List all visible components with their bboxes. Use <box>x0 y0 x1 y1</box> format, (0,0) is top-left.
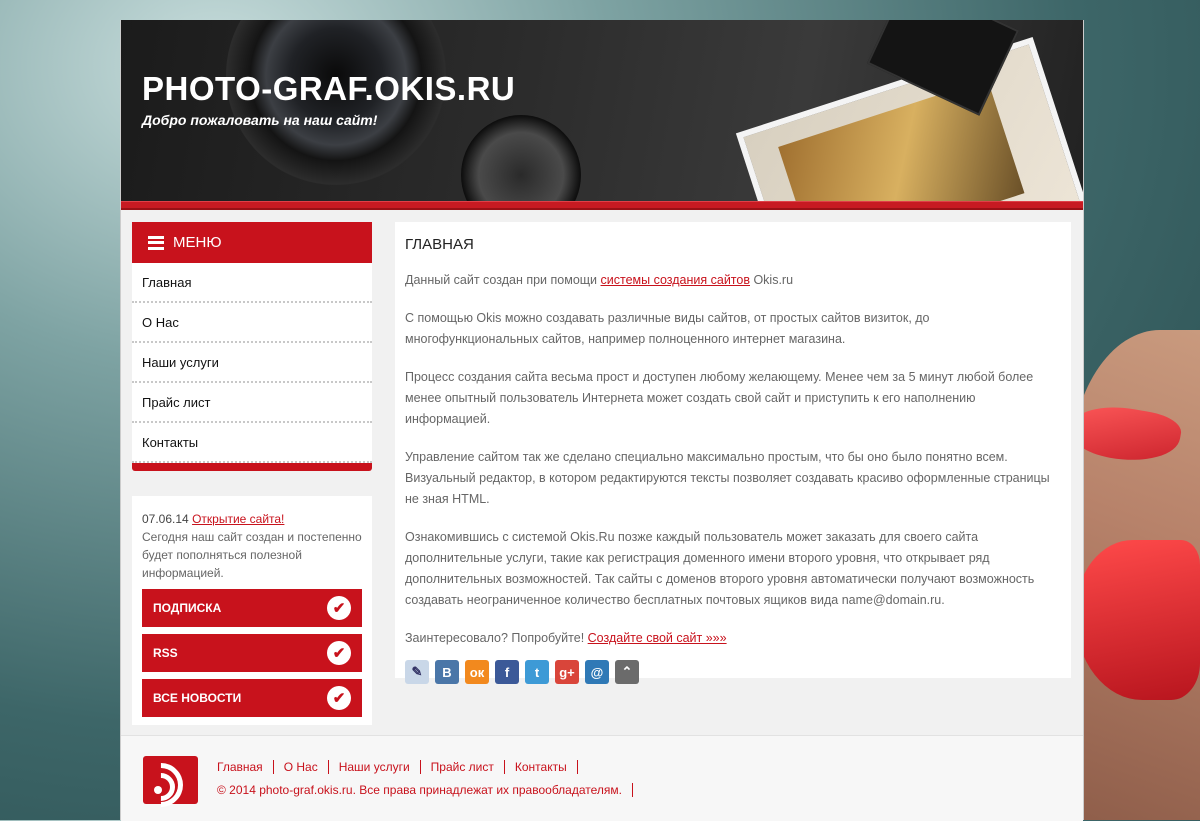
subscribe-button[interactable]: Подписка ✔ <box>142 589 362 627</box>
content-paragraph: Управление сайтом так же сделано специал… <box>405 450 1050 506</box>
footer-link-contacts[interactable]: Контакты <box>505 760 578 774</box>
create-site-link[interactable]: Создайте свой сайт »»» <box>588 631 727 645</box>
content-paragraph: С помощью Okis можно создавать различные… <box>405 311 930 346</box>
footer-link-home[interactable]: Главная <box>217 760 274 774</box>
footer: Главная О Нас Наши услуги Прайс лист Кон… <box>121 735 1083 821</box>
news-text: Сегодня наш сайт создан и постепенно буд… <box>142 530 362 580</box>
menu-header: Меню <box>132 222 372 263</box>
news-date: 07.06.14 <box>142 512 189 526</box>
menu-footer-bar <box>132 463 372 471</box>
check-icon: ✔ <box>327 641 351 665</box>
footer-link-prices[interactable]: Прайс лист <box>421 760 505 774</box>
sidebar-item-home[interactable]: Главная <box>132 263 372 303</box>
odnoklassniki-icon[interactable]: ок <box>465 660 489 684</box>
site-container: PHOTO-GRAF.OKIS.RU Добро пожаловать на н… <box>120 20 1084 821</box>
content-paragraph: Заинтересовало? Попробуйте! Создайте сво… <box>405 631 727 645</box>
content-paragraph: Ознакомившись с системой Okis.Ru позже к… <box>405 530 1035 607</box>
footer-link-about[interactable]: О Нас <box>274 760 329 774</box>
footer-link-services[interactable]: Наши услуги <box>329 760 421 774</box>
check-icon: ✔ <box>327 686 351 710</box>
content-paragraph: Процесс создания сайта весьма прост и до… <box>405 370 1034 426</box>
list-icon <box>145 235 164 250</box>
site-title[interactable]: PHOTO-GRAF.OKIS.RU <box>142 70 515 108</box>
share-buttons: ✎ Вок f t g+ @ ⌃ <box>405 660 1071 684</box>
check-icon: ✔ <box>327 596 351 620</box>
facebook-icon[interactable]: f <box>495 660 519 684</box>
sidebar-menu: Меню Главная О Нас Наши услуги Прайс лис… <box>132 222 372 471</box>
twitter-icon[interactable]: t <box>525 660 549 684</box>
main-content: Главная Данный сайт создан при помощи си… <box>395 222 1071 684</box>
page-title: Главная <box>405 236 474 253</box>
rss-button[interactable]: RSS ✔ <box>142 634 362 672</box>
footer-nav: Главная О Нас Наши услуги Прайс лист Кон… <box>217 760 578 774</box>
site-subtitle: Добро пожаловать на наш сайт! <box>142 112 378 128</box>
sidebar-item-services[interactable]: Наши услуги <box>132 343 372 383</box>
news-item: 07.06.14 Открытие сайта! Сегодня наш сай… <box>132 496 372 582</box>
subscribe-label: Подписка <box>153 601 222 615</box>
site-builder-link[interactable]: системы создания сайтов <box>601 273 750 287</box>
menu-title: Меню <box>173 234 222 251</box>
google-plus-icon[interactable]: g+ <box>555 660 579 684</box>
copyright-text: © 2014 photo-graf.okis.ru. Все права при… <box>217 783 633 797</box>
vkontakte-icon[interactable]: В <box>435 660 459 684</box>
sidebar-item-contacts[interactable]: Контакты <box>132 423 372 463</box>
all-news-button[interactable]: Все новости ✔ <box>142 679 362 717</box>
news-title-link[interactable]: Открытие сайта! <box>192 512 284 526</box>
mail-ru-icon[interactable]: @ <box>585 660 609 684</box>
sidebar-item-about[interactable]: О Нас <box>132 303 372 343</box>
rss-label: RSS <box>153 646 178 660</box>
header-banner: PHOTO-GRAF.OKIS.RU Добро пожаловать на н… <box>121 20 1083 201</box>
content-paragraph: Данный сайт создан при помощи системы со… <box>405 273 794 287</box>
lens-filter-image <box>461 115 581 201</box>
more-icon[interactable]: ⌃ <box>615 660 639 684</box>
news-block: 07.06.14 Открытие сайта! Сегодня наш сай… <box>132 496 372 725</box>
sidebar-item-prices[interactable]: Прайс лист <box>132 383 372 423</box>
header-divider <box>121 201 1083 210</box>
rss-feed-icon[interactable] <box>129 753 198 817</box>
all-news-label: Все новости <box>153 691 242 705</box>
livejournal-icon[interactable]: ✎ <box>405 660 429 684</box>
